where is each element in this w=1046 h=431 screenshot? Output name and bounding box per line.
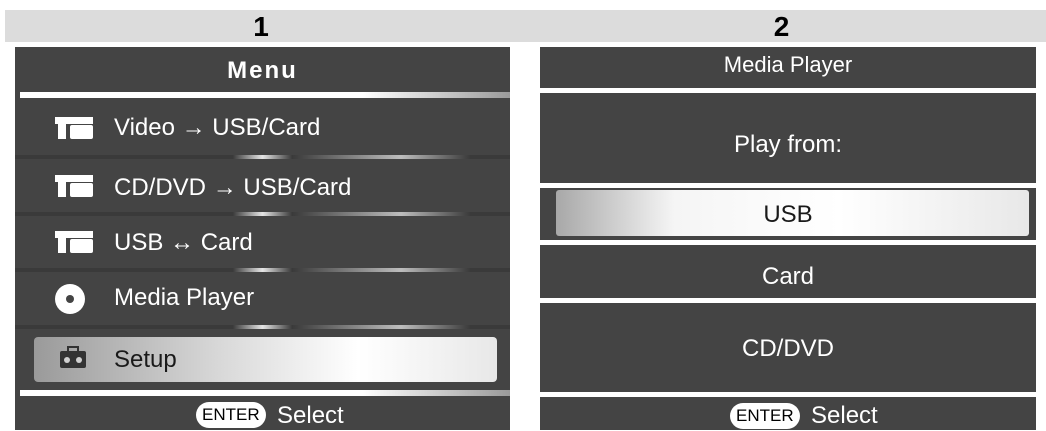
menu-item-label: Setup: [114, 346, 177, 373]
footer-select-label: Select: [277, 402, 344, 429]
menu-item-media-player[interactable]: [34, 274, 504, 322]
menu-title-divider: [20, 92, 510, 98]
arrow-right-icon: →: [212, 174, 237, 201]
menu-item-setup-selected[interactable]: [34, 337, 497, 382]
option-label: CD/DVD: [741, 335, 834, 362]
toolbox-icon: [60, 346, 86, 368]
prompt-divider: [540, 183, 1036, 188]
disc-icon: [55, 284, 85, 314]
menu-separator: [15, 155, 510, 159]
footer-select-label: Select: [811, 402, 878, 429]
menu-separator: [15, 268, 510, 272]
enter-key-icon: ENTER: [730, 403, 800, 429]
usb-transfer-icon: [55, 175, 93, 197]
step-label-1: 1: [5, 10, 517, 42]
usb-transfer-icon: [55, 231, 93, 253]
menu-item-label: CD/DVD → USB/Card: [114, 174, 352, 201]
option-divider: [540, 240, 1036, 245]
menu-item-label: Media Player: [114, 284, 255, 311]
option-label: Card: [761, 263, 815, 290]
option-label: USB: [763, 201, 813, 228]
arrow-both-icon: ↔: [170, 229, 195, 256]
step-label-2: 2: [517, 10, 1046, 42]
arrow-right-icon: →: [181, 114, 206, 141]
menu-item-label: Video → USB/Card: [114, 114, 321, 141]
menu-separator: [15, 325, 510, 329]
menu-separator: [15, 212, 510, 216]
menu-item-usb-card[interactable]: [34, 219, 504, 265]
footer-divider: [20, 390, 510, 396]
option-divider: [540, 298, 1036, 303]
panel-title: Media Player: [723, 52, 853, 77]
enter-key-icon: ENTER: [196, 402, 266, 428]
footer-divider: [540, 392, 1036, 397]
play-from-prompt: Play from:: [733, 131, 843, 158]
menu-title: Menu: [227, 57, 298, 84]
menu-item-label: USB ↔ Card: [114, 229, 253, 256]
title-divider: [540, 88, 1036, 93]
usb-transfer-icon: [55, 117, 93, 139]
